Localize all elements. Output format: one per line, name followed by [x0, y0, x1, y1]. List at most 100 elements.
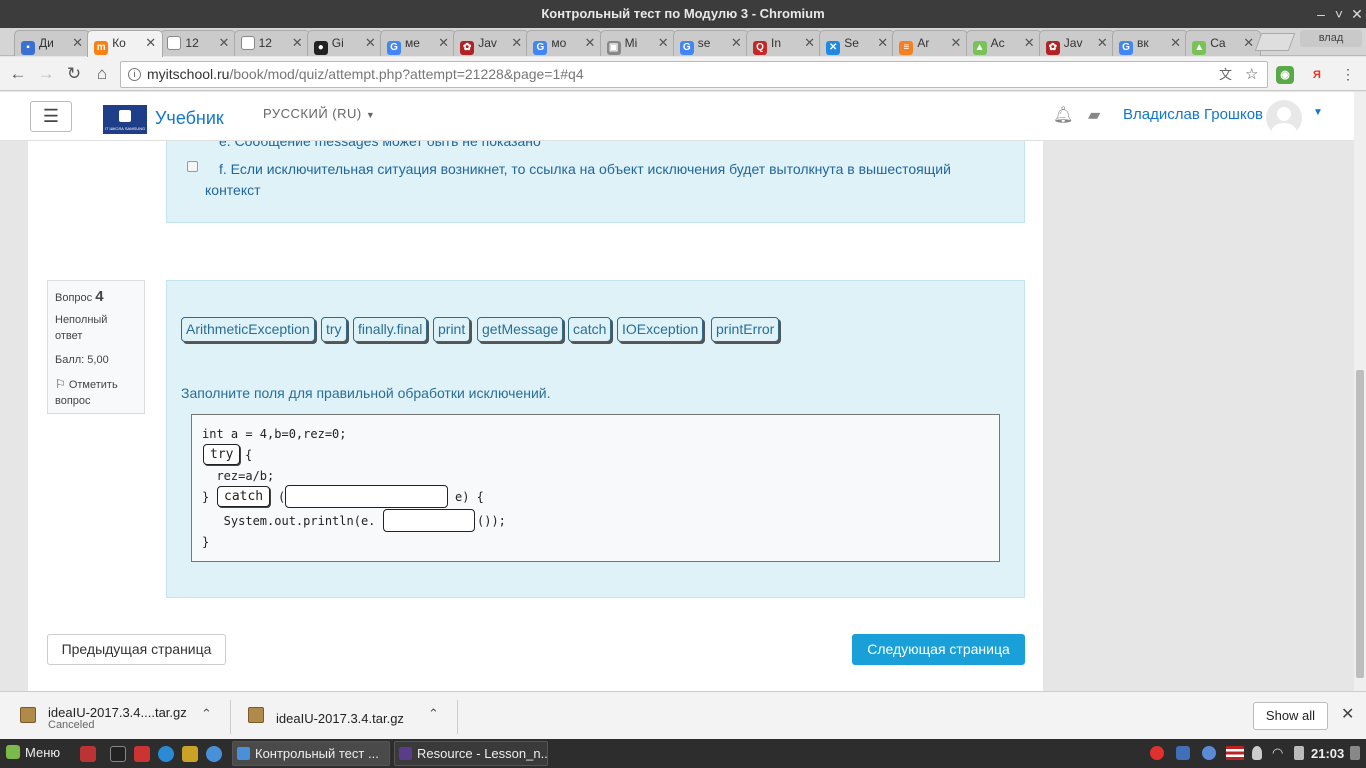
address-bar[interactable]: i myitschool.ru/book/mod/quiz/attempt.ph…: [120, 61, 1268, 88]
tab-close-icon[interactable]: ✕: [438, 31, 449, 55]
tab-close-icon[interactable]: ✕: [145, 31, 156, 55]
download-chevron-icon[interactable]: ⌃: [428, 706, 439, 722]
telegram-icon[interactable]: [158, 746, 174, 762]
drag-choice-1[interactable]: try: [321, 317, 347, 342]
extension-yandex-icon[interactable]: Я: [1308, 66, 1326, 84]
language-menu[interactable]: РУССКИЙ (RU) ▼: [263, 106, 375, 121]
close-download-shelf-icon[interactable]: ✕: [1341, 704, 1354, 724]
drag-choice-7[interactable]: printError: [711, 317, 780, 342]
drag-choice-5[interactable]: catch: [568, 317, 612, 342]
notifications-icon[interactable]: [1350, 746, 1360, 760]
translate-icon[interactable]: 文: [1219, 62, 1232, 87]
drag-choice-0[interactable]: ArithmeticException: [181, 317, 315, 342]
download-item-2[interactable]: ideaIU-2017.3.4.tar.gz ⌃: [228, 692, 456, 740]
update-notification-icon[interactable]: [1150, 746, 1164, 760]
profile-button[interactable]: влад: [1300, 30, 1362, 47]
tab-3[interactable]: 12 ✕: [233, 30, 310, 56]
chromium-icon[interactable]: [206, 746, 222, 762]
shield-icon[interactable]: [1176, 746, 1190, 760]
chat-icon[interactable]: [1202, 746, 1216, 760]
tab-close-icon[interactable]: ✕: [292, 31, 303, 55]
sublime-icon[interactable]: [182, 746, 198, 762]
notification-bell-icon[interactable]: 🔔︎: [1053, 105, 1073, 125]
tab-close-icon[interactable]: ✕: [658, 31, 669, 55]
tab-close-icon[interactable]: ✕: [584, 31, 595, 55]
user-name[interactable]: Владислав Грошков: [1123, 106, 1263, 123]
tab-1[interactable]: m Ко ✕: [87, 30, 164, 57]
site-logo[interactable]: IT ШКОЛА SAMSUNG: [103, 105, 147, 134]
drag-choice-4[interactable]: getMessage: [477, 317, 564, 342]
tab-0[interactable]: ▪ Ди ✕: [14, 30, 90, 56]
drop-zone-method[interactable]: [383, 509, 475, 532]
show-desktop-icon[interactable]: [80, 746, 96, 762]
bookmark-star-icon[interactable]: ☆: [1245, 62, 1258, 87]
option-f-checkbox[interactable]: [187, 161, 198, 172]
tab-close-icon[interactable]: ✕: [731, 31, 742, 55]
tab-close-icon[interactable]: ✕: [877, 31, 888, 55]
scrollbar-thumb[interactable]: [1356, 370, 1364, 678]
new-tab-button[interactable]: [1254, 33, 1296, 51]
keyboard-layout-flag-icon[interactable]: [1226, 746, 1244, 760]
dropped-try[interactable]: try: [210, 447, 233, 462]
flag-question-link[interactable]: ⚐ Отметить вопрос: [55, 376, 137, 409]
next-page-button[interactable]: Следующая страница: [852, 634, 1025, 665]
chrome-menu-icon[interactable]: ⋮: [1336, 62, 1360, 86]
drop-zone-exception-type[interactable]: [285, 485, 448, 508]
files-icon[interactable]: [134, 746, 150, 762]
download-item-1[interactable]: ideaIU-2017.3.4....tar.gz Canceled ⌃: [0, 692, 228, 740]
tab-16[interactable]: ▲ Ca ✕: [1185, 30, 1262, 56]
close-window-icon[interactable]: ✕: [1346, 0, 1366, 28]
page-scrollbar[interactable]: [1354, 92, 1366, 691]
tab-close-icon[interactable]: ✕: [804, 31, 815, 55]
tab-close-icon[interactable]: ✕: [511, 31, 522, 55]
tab-close-icon[interactable]: ✕: [365, 31, 376, 55]
extension-android-icon[interactable]: ◉: [1276, 66, 1294, 84]
wifi-icon[interactable]: ◠: [1272, 746, 1286, 760]
tab-9[interactable]: Gse ✕: [672, 30, 749, 56]
tab-close-icon[interactable]: ✕: [950, 31, 961, 55]
tab-14[interactable]: ✿ Jav ✕: [1038, 30, 1115, 56]
taskbar-task-chromium[interactable]: Контрольный тест ...: [232, 741, 390, 766]
tab-15[interactable]: Gвк ✕: [1112, 30, 1188, 56]
home-icon[interactable]: ⌂: [90, 62, 114, 86]
tab-close-icon[interactable]: ✕: [1024, 31, 1035, 55]
tab-10[interactable]: Q In ✕: [746, 30, 822, 56]
avatar[interactable]: [1266, 100, 1302, 136]
site-brand[interactable]: Учебник: [155, 108, 224, 129]
drop-zone-catch[interactable]: catch: [217, 486, 271, 507]
tab-12[interactable]: ≡ Ar ✕: [892, 30, 969, 56]
info-icon[interactable]: i: [128, 68, 141, 81]
forward-arrow-icon[interactable]: →: [34, 62, 58, 86]
tab-8[interactable]: ▣ Mi ✕: [599, 30, 676, 56]
back-arrow-icon[interactable]: ←: [6, 62, 30, 86]
tab-6[interactable]: ✿ Jav ✕: [453, 30, 530, 56]
previous-page-button[interactable]: Предыдущая страница: [47, 634, 226, 665]
terminal-icon[interactable]: [110, 746, 126, 762]
drop-zone-try[interactable]: try: [203, 444, 241, 465]
tab-close-icon[interactable]: ✕: [1170, 31, 1181, 55]
drag-choice-6[interactable]: IOException: [617, 317, 704, 342]
tab-7[interactable]: Gмо ✕: [526, 30, 603, 56]
reload-icon[interactable]: ↻: [62, 62, 86, 86]
tab-2[interactable]: 12 ✕: [160, 30, 237, 56]
messages-icon[interactable]: ▰: [1088, 105, 1100, 125]
menu-toggle-button[interactable]: ☰: [30, 101, 72, 132]
tab-4[interactable]: ● Gi ✕: [306, 30, 383, 56]
drag-choice-2[interactable]: finally.final: [353, 317, 428, 342]
tab-close-icon[interactable]: ✕: [1097, 31, 1108, 55]
tab-close-icon[interactable]: ✕: [218, 31, 229, 55]
tab-11[interactable]: ✕ Se ✕: [819, 30, 896, 56]
tab-13[interactable]: ▲ Ac ✕: [965, 30, 1042, 56]
tab-close-icon[interactable]: ✕: [72, 31, 83, 55]
user-menu-caret-icon[interactable]: ▼: [1313, 107, 1323, 118]
dropped-catch[interactable]: catch: [224, 489, 263, 504]
show-all-downloads-button[interactable]: Show all: [1253, 702, 1328, 730]
start-menu-button[interactable]: Меню: [6, 745, 60, 760]
download-chevron-icon[interactable]: ⌃: [201, 706, 212, 722]
battery-icon[interactable]: [1294, 746, 1304, 760]
tab-5[interactable]: Gме ✕: [380, 30, 456, 56]
taskbar-task-eclipse[interactable]: Resource - Lesson_n...: [394, 741, 548, 766]
tab-close-icon[interactable]: ✕: [1243, 31, 1254, 55]
user-icon[interactable]: [1252, 746, 1262, 760]
drag-choice-3[interactable]: print: [433, 317, 471, 342]
